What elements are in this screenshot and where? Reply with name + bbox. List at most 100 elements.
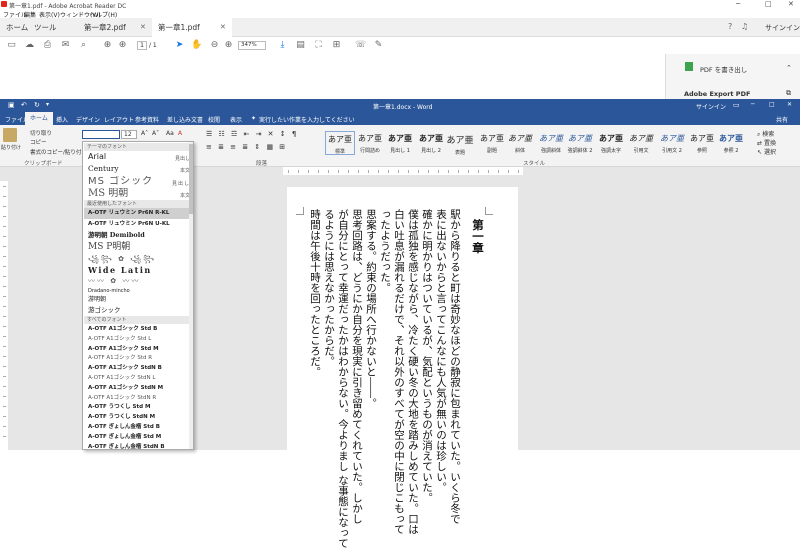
font-item[interactable]: 游明朝 Demibold	[84, 230, 193, 241]
close-icon[interactable]: ✕	[787, 101, 792, 108]
close-tab-icon[interactable]: ✕	[140, 23, 146, 31]
select-tool-icon[interactable]: ➤	[174, 40, 185, 51]
tab-view[interactable]: 表示	[230, 115, 242, 124]
font-item[interactable]: ꧁꧂ ✿ ꧁꧂	[84, 254, 193, 265]
style-12[interactable]: あア亜 参照	[687, 131, 717, 155]
font-item[interactable]: A-OTF A1ゴシック StdN R	[84, 394, 193, 404]
style-4[interactable]: あア亜 表題	[445, 131, 475, 156]
tab-tools[interactable]: ツール	[28, 18, 63, 37]
font-size-input[interactable]: 12	[121, 130, 137, 139]
font-item[interactable]: 游明朝	[84, 295, 193, 305]
save-icon[interactable]: ▣	[8, 101, 15, 109]
close-icon[interactable]: ✕	[788, 0, 794, 8]
font-item[interactable]: A-OTF A1ゴシック Std M	[84, 345, 193, 355]
word-signin[interactable]: サインイン	[696, 102, 726, 111]
tab-layout[interactable]: レイアウト	[104, 115, 134, 124]
zoom-select[interactable]: 347%	[238, 41, 266, 50]
style-5[interactable]: あア亜 副題	[477, 131, 507, 155]
style-13[interactable]: あア亜 参照 2	[716, 131, 746, 155]
font-item[interactable]: A-OTF うつくし Std M	[84, 403, 193, 413]
style-0[interactable]: あア亜 標準	[325, 131, 355, 155]
font-item[interactable]: 游ゴシック	[84, 305, 193, 315]
font-item[interactable]: A-OTF A1ゴシック StdN B	[84, 364, 193, 374]
tab-review[interactable]: 校閲	[208, 115, 220, 124]
font-item[interactable]: MS ゴシック 見出し	[84, 176, 193, 188]
maximize-icon[interactable]: □	[769, 101, 775, 108]
document-page[interactable]: 第一章 駅から降りると町は奇妙なほどの静寂に包まれていた。いくら冬で 表に出ないから…	[287, 187, 518, 548]
font-item[interactable]: A-OTF リュウミン Pr6N U-KL	[84, 219, 193, 230]
email-icon[interactable]: ✉	[60, 40, 71, 51]
acrobat-signin[interactable]: サインイン	[765, 23, 800, 33]
maximize-icon[interactable]: □	[765, 0, 772, 8]
zoom-in-icon[interactable]: ⊕	[223, 40, 234, 51]
scroll-mode-icon[interactable]: ▤	[295, 40, 306, 51]
save-icon[interactable]: ▭	[6, 40, 17, 51]
font-item[interactable]: A-OTF リュウミン Pr6N R-KL	[84, 208, 193, 219]
style-7[interactable]: あア亜 強調斜体	[536, 131, 566, 155]
tab-home-word[interactable]: ホーム	[25, 112, 53, 125]
font-item[interactable]: A-OTF A1ゴシック StdN L	[84, 374, 193, 384]
font-item[interactable]: 〰〰 ✿ 〰〰	[84, 276, 193, 287]
read-mode-icon[interactable]: ⊞	[331, 40, 342, 51]
close-tab-icon[interactable]: ✕	[220, 23, 226, 31]
grow-font-icon[interactable]: A˄	[141, 130, 148, 137]
font-name-input[interactable]	[82, 130, 120, 139]
tell-me-box[interactable]: 実行したい作業を入力してください	[259, 115, 355, 124]
font-item[interactable]: Dradano-mincho	[84, 287, 193, 295]
scrollbar[interactable]	[189, 142, 193, 449]
format-painter-button[interactable]: 書式のコピー/貼り付け	[30, 148, 87, 156]
search-icon[interactable]: ⌕	[78, 40, 89, 51]
notification-icon[interactable]: ♫	[741, 22, 748, 31]
vertical-ruler[interactable]	[0, 181, 8, 450]
zoom-out-icon[interactable]: ⊖	[209, 40, 220, 51]
next-page-icon[interactable]: ⊕	[117, 40, 128, 51]
style-10[interactable]: あア亜 引用文	[626, 131, 656, 155]
style-2[interactable]: あア亜 見出し 1	[385, 131, 415, 155]
font-item[interactable]: Century 本文	[84, 163, 193, 175]
style-11[interactable]: あア亜 引用文 2	[657, 131, 687, 155]
paste-icon[interactable]	[3, 128, 17, 142]
undo-icon[interactable]: ↶	[21, 101, 27, 109]
align-tools[interactable]: ≡ ≣ ≡ ≣ ⇕ ▦ ⊞	[206, 143, 287, 151]
share-button[interactable]: 共有	[776, 115, 788, 124]
comment-icon[interactable]: ☏	[355, 40, 366, 51]
style-6[interactable]: あア亜 斜体	[505, 131, 535, 155]
font-item[interactable]: A-OTF A1ゴシック StdN M	[84, 384, 193, 394]
font-item[interactable]: A-OTF A1ゴシック Std R	[84, 354, 193, 364]
font-item[interactable]: MS P明朝	[84, 241, 193, 253]
font-item[interactable]: Arial 見出し	[84, 151, 193, 163]
tab-design[interactable]: デザイン	[76, 115, 100, 124]
prev-page-icon[interactable]: ⊕	[102, 40, 113, 51]
redo-icon[interactable]: ↻	[34, 101, 40, 109]
shrink-font-icon[interactable]: A˅	[152, 130, 159, 137]
tab-references[interactable]: 参考資料	[135, 115, 159, 124]
font-item[interactable]: A-OTF うつくし StdN M	[84, 413, 193, 423]
minimize-icon[interactable]: ─	[736, 0, 740, 8]
hand-tool-icon[interactable]: ✋	[191, 40, 202, 51]
horizontal-ruler[interactable]	[283, 167, 523, 175]
tab-insert[interactable]: 挿入	[56, 115, 68, 124]
clear-formatting-icon[interactable]: A	[178, 130, 182, 137]
tab-mailings[interactable]: 差し込み文書	[167, 115, 203, 124]
select-button[interactable]: ↖ 選択	[757, 147, 776, 156]
collapse-pane-icon[interactable]: ⌃	[786, 64, 792, 72]
font-item[interactable]: Wide Latin	[84, 265, 193, 276]
font-item[interactable]: A-OTF ぎょしん金楷 Std M	[84, 433, 193, 443]
style-1[interactable]: あア亜 行間詰め	[355, 131, 385, 155]
copy-button[interactable]: コピー	[30, 138, 47, 146]
fit-page-icon[interactable]: ⤓	[277, 40, 288, 51]
style-9[interactable]: あア亜 強調太字	[596, 131, 626, 155]
fullscreen-icon[interactable]: ⛶	[313, 40, 324, 51]
font-item[interactable]: MS 明朝 本文	[84, 188, 193, 200]
upload-icon[interactable]: ☁	[24, 40, 35, 51]
font-item[interactable]: A-OTF ぎょしん金楷 Std B	[84, 423, 193, 433]
paragraph-tools[interactable]: ☰ ☷ ☲ ⇤ ⇥ ✕ ↕ ¶	[206, 130, 298, 138]
page-number-input[interactable]: 1	[137, 41, 147, 50]
paste-button[interactable]: 貼り付け	[1, 144, 21, 151]
cut-button[interactable]: 切り取り	[30, 129, 52, 137]
scrollbar-thumb[interactable]	[189, 144, 193, 214]
print-icon[interactable]: ⎙	[42, 40, 53, 51]
help-icon[interactable]: ?	[728, 22, 732, 31]
minimize-icon[interactable]: ─	[751, 101, 755, 108]
style-8[interactable]: あア亜 強調斜体 2	[565, 131, 595, 155]
